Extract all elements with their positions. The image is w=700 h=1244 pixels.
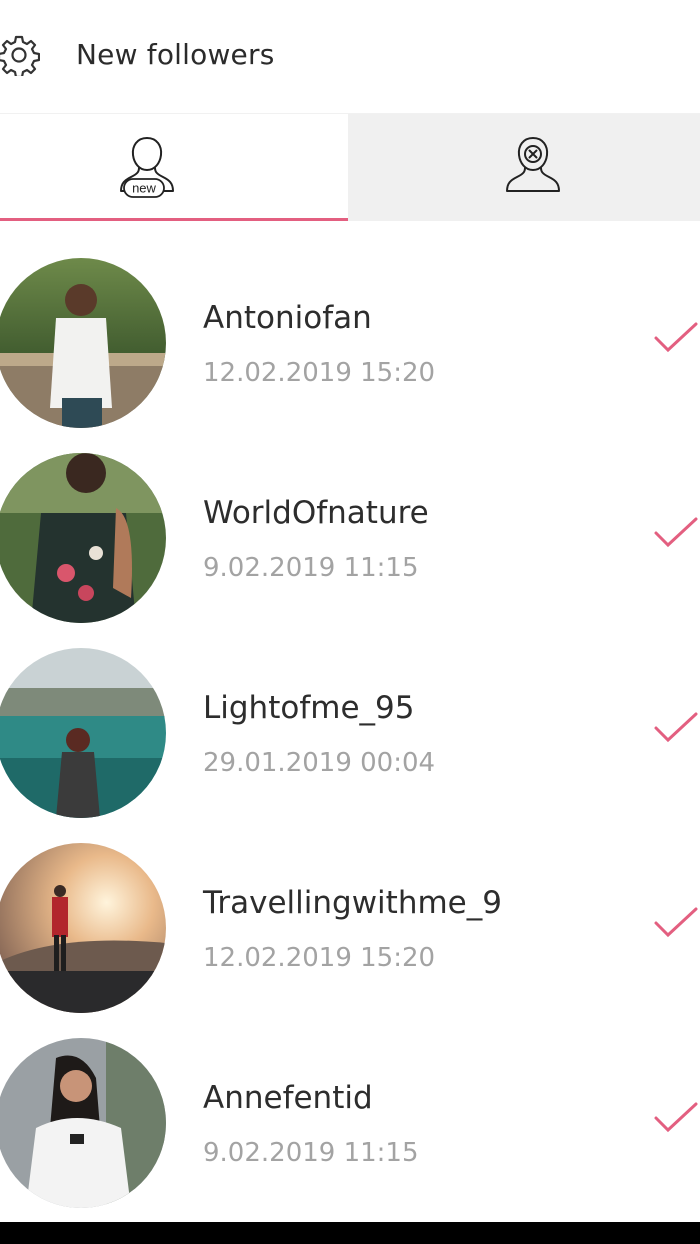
follower-name[interactable]: Lightofme_95	[203, 688, 414, 728]
checkmark-icon[interactable]	[650, 708, 700, 748]
checkmark-icon[interactable]	[650, 513, 700, 553]
follow-date: 29.01.2019 00:04	[203, 748, 436, 778]
list-item[interactable]: Annefentid 9.02.2019 11:15	[0, 1020, 700, 1215]
list-item[interactable]: Antoniofan 12.02.2019 15:20	[0, 240, 700, 435]
checkmark-icon[interactable]	[650, 903, 700, 943]
avatar	[0, 648, 166, 818]
list-item[interactable]: Lightofme_95 29.01.2019 00:04	[0, 630, 700, 825]
follower-name[interactable]: Annefentid	[203, 1078, 373, 1118]
page-title: New followers	[76, 38, 275, 71]
new-user-icon: new	[117, 134, 177, 200]
removed-user-icon	[503, 134, 563, 200]
tab-unfollowers[interactable]	[348, 114, 700, 221]
followers-list: Antoniofan 12.02.2019 15:20 WorldOfnatur…	[0, 240, 700, 1215]
tab-bar: new	[0, 113, 700, 221]
follower-name[interactable]: Travellingwithme_9	[203, 883, 502, 923]
follower-name[interactable]: WorldOfnature	[203, 493, 429, 533]
app-header: New followers	[0, 0, 700, 112]
system-nav-bar	[0, 1222, 700, 1244]
avatar	[0, 258, 166, 428]
gear-icon[interactable]	[0, 34, 41, 79]
follow-date: 12.02.2019 15:20	[203, 943, 436, 973]
new-badge-label: new	[132, 181, 156, 196]
follow-date: 12.02.2019 15:20	[203, 358, 436, 388]
follower-name[interactable]: Antoniofan	[203, 298, 372, 338]
avatar	[0, 453, 166, 623]
list-item[interactable]: Travellingwithme_9 12.02.2019 15:20	[0, 825, 700, 1020]
tab-new-followers[interactable]: new	[0, 114, 348, 221]
list-item[interactable]: WorldOfnature 9.02.2019 11:15	[0, 435, 700, 630]
avatar	[0, 1038, 166, 1208]
checkmark-icon[interactable]	[650, 318, 700, 358]
follow-date: 9.02.2019 11:15	[203, 553, 419, 583]
avatar	[0, 843, 166, 1013]
checkmark-icon[interactable]	[650, 1098, 700, 1138]
follow-date: 9.02.2019 11:15	[203, 1138, 419, 1168]
